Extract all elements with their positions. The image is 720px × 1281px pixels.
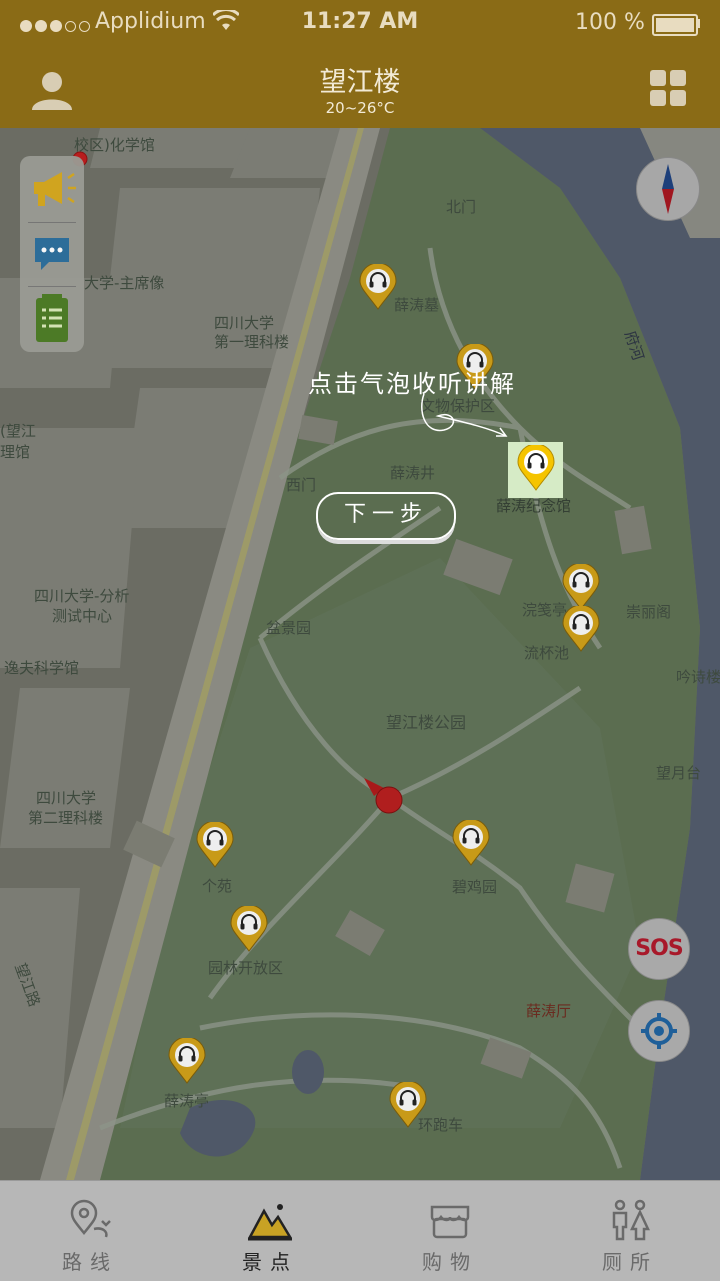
map-label: 逸夫科学馆 [4,659,80,677]
audio-guide-pin[interactable] [359,262,397,310]
audio-guide-pin[interactable] [196,820,234,868]
audio-guide-pin[interactable] [389,1080,427,1128]
map-label: 薛涛井 [390,464,436,482]
battery-tip [697,19,700,28]
locate-me-button[interactable] [628,1000,690,1062]
map-label: 园林开放区 [208,959,284,977]
map-label: 西门 [286,476,317,494]
side-tools-divider [28,286,76,287]
notice-board-icon[interactable] [34,294,70,350]
scenic-mountain-icon [248,1204,292,1241]
map-label: 望江楼公园 [386,713,467,732]
next-step-button[interactable]: 下一步 [316,492,456,540]
audio-guide-pin[interactable] [168,1036,206,1084]
battery-icon [652,14,698,36]
audio-guide-pin[interactable] [562,562,600,610]
toilet-icon [612,1199,650,1241]
guide-arrow-icon [421,393,508,437]
map-label: 望月台 [656,764,702,782]
tab-label: 购物 [422,1250,478,1274]
tab-route[interactable]: 路线 [0,1181,180,1281]
side-tools-divider [28,222,76,223]
map-label: 碧鸡园 [452,878,498,896]
audio-guide-pin[interactable] [452,818,490,866]
map-label: 四川大学 [214,314,275,332]
map-label: 第一理科楼 [214,333,290,351]
map-label: 个苑 [202,877,233,895]
status-bar: Applidium 11:27 AM 100 % [0,0,720,48]
map-label: 测试中心 [52,607,113,625]
announcement-megaphone-icon[interactable] [28,168,78,216]
battery-percent: 100 % [575,10,645,35]
audio-guide-pin-highlighted[interactable] [517,443,555,491]
map-label: 浣笺亭 [522,601,568,619]
map-label: 薛涛墓 [394,296,440,314]
map-label: 崇丽阁 [626,603,672,621]
map-label: 薛涛纪念馆 [496,497,572,515]
map-view[interactable]: 校区)化学馆 大学-主席像 四川大学 第一理科楼 (望江 理馆 四川大学-分析 … [0,128,720,1180]
map-label: 盆景园 [266,619,312,637]
tab-label: 路线 [62,1250,118,1274]
title-bar: 望江楼 20~26°C [0,48,720,128]
chat-bubble-icon[interactable] [31,232,73,278]
map-side-tools [20,156,84,352]
crosshair-icon [641,1013,677,1049]
sos-button[interactable]: SOS [628,918,690,980]
map-label: 理馆 [0,443,31,461]
compass-icon[interactable] [636,157,700,221]
map-label: 校区)化学馆 [74,136,155,154]
user-location-icon [360,774,406,820]
map-label: 薛涛厅 [526,1002,572,1020]
audio-guide-pin[interactable] [230,904,268,952]
sos-label: SOS [635,936,683,961]
grid-menu-icon[interactable] [650,70,686,106]
audio-guide-pin[interactable] [562,604,600,652]
temperature: 20~26°C [325,99,395,117]
map-label: 四川大学-分析 [34,587,130,605]
page-title: 望江楼 [319,67,401,98]
map-label: 吟诗楼 [676,668,720,686]
map-label: 北门 [446,198,477,216]
map-label: 薛涛亭 [164,1092,210,1110]
route-icon [70,1199,111,1238]
tab-shop[interactable]: 购物 [360,1181,540,1281]
map-label: 四川大学 [36,789,97,807]
tab-label: 厕所 [602,1250,658,1274]
map-label: (望江 [0,422,36,440]
map-label: 大学-主席像 [84,274,165,292]
map-label: 第二理科楼 [28,809,104,827]
tab-toilet[interactable]: 厕所 [540,1181,720,1281]
tab-label: 景点 [242,1250,298,1274]
tab-scenic[interactable]: 景点 [180,1181,360,1281]
shop-icon [430,1205,470,1239]
bottom-tab-bar: 路线 景点 购物 厕所 [0,1180,720,1281]
